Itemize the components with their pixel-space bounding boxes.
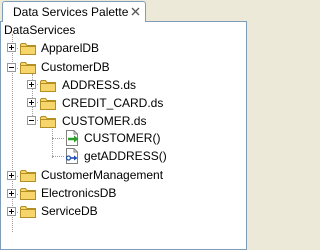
- folder-icon: [20, 187, 36, 200]
- tree-item-getaddress-function[interactable]: getADDRESS(): [1, 148, 241, 165]
- expand-icon[interactable]: [7, 171, 16, 180]
- tree-item-label: CREDIT_CARD.ds: [62, 96, 164, 110]
- tree-root[interactable]: DataServices: [1, 22, 241, 39]
- expand-icon[interactable]: [27, 80, 36, 89]
- folder-icon: [40, 97, 56, 110]
- tree-item-label: ADDRESS.ds: [62, 78, 137, 92]
- tree-item-label: getADDRESS(): [84, 149, 167, 163]
- close-icon[interactable]: [131, 7, 140, 16]
- tree-item-customer-ds[interactable]: CUSTOMER.ds: [1, 113, 241, 130]
- folder-icon: [20, 205, 36, 218]
- folder-icon: [20, 169, 36, 182]
- tree-item-label: CustomerManagement: [41, 168, 164, 182]
- tree-root-label: DataServices: [4, 23, 76, 37]
- tab-strip: Data Services Palette: [0, 0, 247, 23]
- tree-item-servicedb[interactable]: ServiceDB: [1, 203, 241, 220]
- expand-icon[interactable]: [27, 98, 36, 107]
- tab-data-services-palette[interactable]: Data Services Palette: [2, 1, 146, 23]
- navigation-function-icon: [65, 148, 78, 164]
- folder-icon: [20, 61, 36, 74]
- folder-icon: [40, 115, 56, 128]
- tree-item-address-ds[interactable]: ADDRESS.ds: [1, 77, 241, 94]
- tree-item-customerdb[interactable]: CustomerDB: [1, 59, 241, 76]
- tree-item-electronicsdb[interactable]: ElectronicsDB: [1, 185, 241, 202]
- tree-item-customer-function[interactable]: CUSTOMER(): [1, 130, 241, 147]
- tree-item-label: CUSTOMER.ds: [62, 114, 147, 128]
- collapse-icon[interactable]: [7, 63, 16, 72]
- tree-item-label: ServiceDB: [41, 204, 98, 218]
- tree-item-appareldb[interactable]: ApparelDB: [1, 40, 241, 57]
- tree-item-label: CustomerDB: [41, 60, 110, 74]
- collapse-icon[interactable]: [27, 116, 36, 125]
- tree-view: DataServices ApparelDB CustomerDB ADDRES…: [0, 22, 247, 250]
- tree-item-label: ElectronicsDB: [41, 186, 117, 200]
- folder-icon: [40, 79, 56, 92]
- expand-icon[interactable]: [7, 207, 16, 216]
- expand-icon[interactable]: [7, 43, 16, 52]
- data-services-palette: Data Services Palette DataServices Appar…: [0, 0, 247, 250]
- expand-icon[interactable]: [7, 189, 16, 198]
- tree-item-label: CUSTOMER(): [84, 131, 161, 145]
- tree-item-label: ApparelDB: [41, 41, 100, 55]
- tree-item-credit-card-ds[interactable]: CREDIT_CARD.ds: [1, 95, 241, 112]
- tree-item-customermanagement[interactable]: CustomerManagement: [1, 167, 241, 184]
- folder-icon: [20, 42, 36, 55]
- tab-title: Data Services Palette: [13, 5, 129, 19]
- read-function-icon: [66, 130, 79, 146]
